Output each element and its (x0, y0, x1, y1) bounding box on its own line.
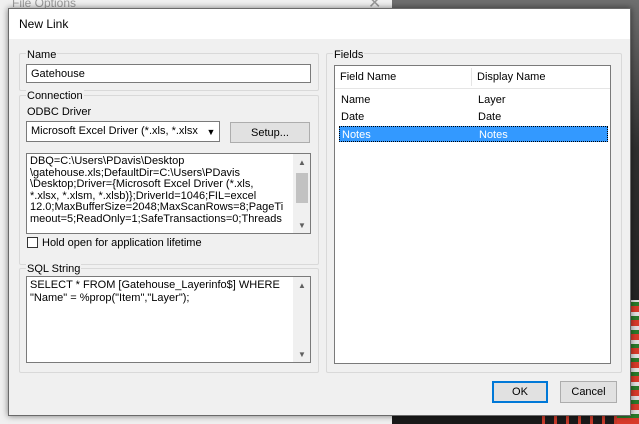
dialog-titlebar: New Link (9, 9, 630, 39)
new-link-dialog: New Link Name Gatehouse Connection ODBC … (8, 8, 631, 416)
connection-group-label: Connection (26, 90, 84, 102)
connection-string-text: DBQ=C:\Users\PDavis\Desktop \gatehouse.x… (30, 155, 284, 225)
scroll-down-icon[interactable]: ▼ (294, 217, 310, 233)
odbc-driver-value: Microsoft Excel Driver (*.xls, *.xlsx (31, 125, 198, 137)
scroll-up-icon[interactable]: ▲ (294, 277, 310, 293)
column-header-display-name[interactable]: Display Name (472, 66, 545, 88)
odbc-driver-label: ODBC Driver (26, 106, 93, 118)
scroll-down-icon[interactable]: ▼ (294, 346, 310, 362)
sql-string-scrollbar[interactable]: ▲ ▼ (293, 277, 310, 362)
field-name-cell: Notes (342, 129, 371, 141)
fields-group-label: Fields (333, 49, 365, 61)
cancel-button[interactable]: Cancel (560, 381, 617, 403)
sql-string-text: SELECT * FROM [Gatehouse_Layerinfo$] WHE… (30, 279, 280, 304)
list-item[interactable]: Date Date (339, 109, 608, 125)
name-group-label: Name (26, 49, 58, 61)
name-input[interactable]: Gatehouse (26, 64, 311, 83)
hold-open-checkbox[interactable] (27, 237, 38, 248)
chevron-down-icon[interactable]: ▼ (203, 122, 219, 141)
column-header-field-name[interactable]: Field Name (335, 66, 396, 88)
sql-string-textarea[interactable]: SELECT * FROM [Gatehouse_Layerinfo$] WHE… (26, 276, 311, 363)
list-item[interactable]: Name Layer (339, 92, 608, 108)
fields-list[interactable]: Field Name Display Name Name Layer Date … (334, 65, 611, 364)
dialog-title: New Link (19, 17, 69, 31)
odbc-driver-select[interactable]: Microsoft Excel Driver (*.xls, *.xlsx ▼ (26, 121, 220, 142)
hold-open-label: Hold open for application lifetime (42, 237, 202, 249)
fields-list-header: Field Name Display Name (335, 66, 610, 89)
list-item-selected[interactable]: Notes Notes (339, 126, 608, 142)
connection-string-scrollbar[interactable]: ▲ ▼ (293, 154, 310, 233)
ok-button[interactable]: OK (492, 381, 548, 403)
field-name-cell: Name (341, 94, 371, 106)
display-name-cell: Date (478, 111, 502, 123)
scroll-thumb[interactable] (296, 173, 308, 203)
field-name-cell: Date (341, 111, 365, 123)
connection-string-textarea[interactable]: DBQ=C:\Users\PDavis\Desktop \gatehouse.x… (26, 153, 311, 234)
display-name-cell: Layer (478, 94, 506, 106)
sql-string-group-label: SQL String (26, 263, 82, 275)
display-name-cell: Notes (479, 129, 508, 141)
scroll-up-icon[interactable]: ▲ (294, 154, 310, 170)
setup-button[interactable]: Setup... (230, 122, 310, 143)
